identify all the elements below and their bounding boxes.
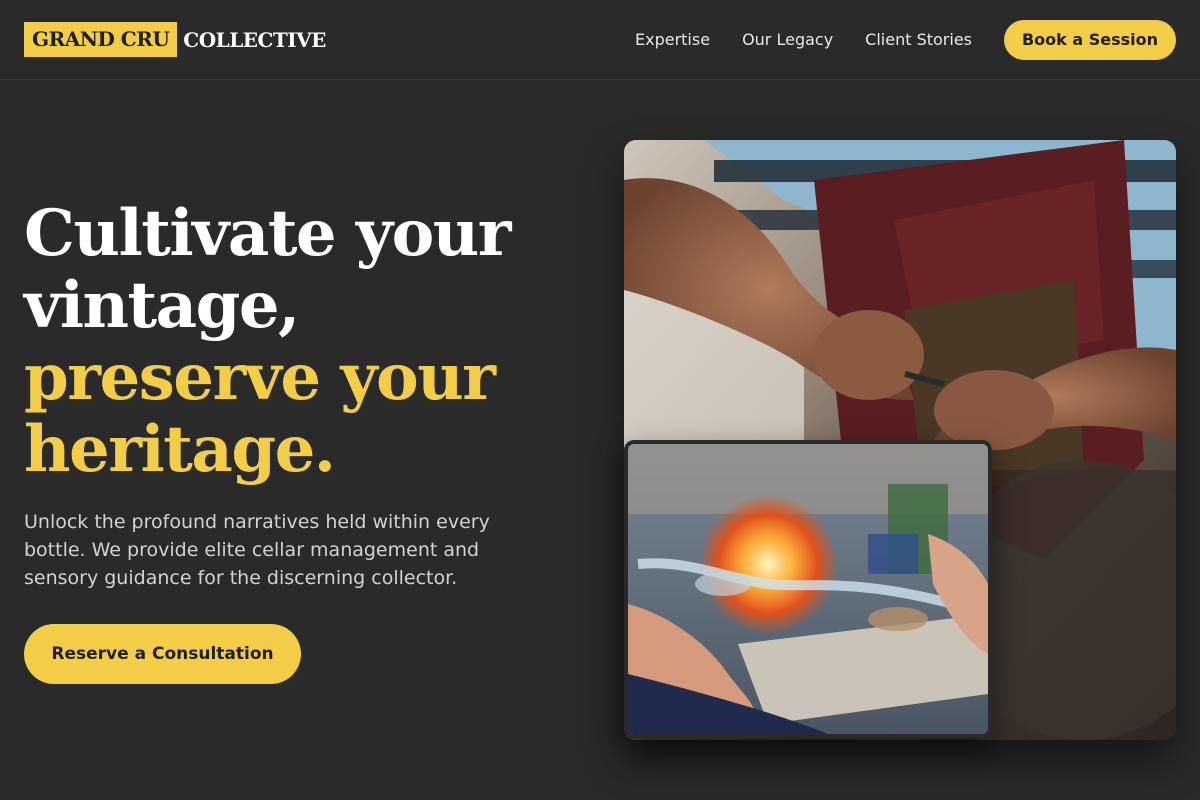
nav-link-our-legacy[interactable]: Our Legacy xyxy=(742,30,833,49)
logo-text: COLLECTIVE xyxy=(183,27,326,52)
glassblowing-photo xyxy=(624,440,992,738)
logo-highlight-text: GRAND CRU xyxy=(24,22,178,57)
book-session-button[interactable]: Book a Session xyxy=(1004,19,1176,60)
hero-title-accent-line: heritage. xyxy=(24,412,336,487)
hero-subtitle: Unlock the profound narratives held with… xyxy=(24,511,490,589)
hero-title-line: vintage, xyxy=(24,268,300,343)
logo[interactable]: GRAND CRU COLLECTIVE xyxy=(24,22,326,57)
reserve-consultation-button[interactable]: Reserve a Consultation xyxy=(24,624,301,684)
site-header: GRAND CRU COLLECTIVE Expertise Our Legac… xyxy=(0,0,1200,80)
hero-title-accent-line: preserve your xyxy=(24,340,496,415)
hero-title: Cultivate your vintage, preserve your he… xyxy=(24,198,564,486)
nav-link-expertise[interactable]: Expertise xyxy=(635,30,710,49)
main-nav: Expertise Our Legacy Client Stories Book… xyxy=(635,19,1176,60)
hero-title-line: Cultivate your xyxy=(24,196,512,271)
nav-link-client-stories[interactable]: Client Stories xyxy=(865,30,972,49)
glassblowing-image xyxy=(628,444,988,734)
